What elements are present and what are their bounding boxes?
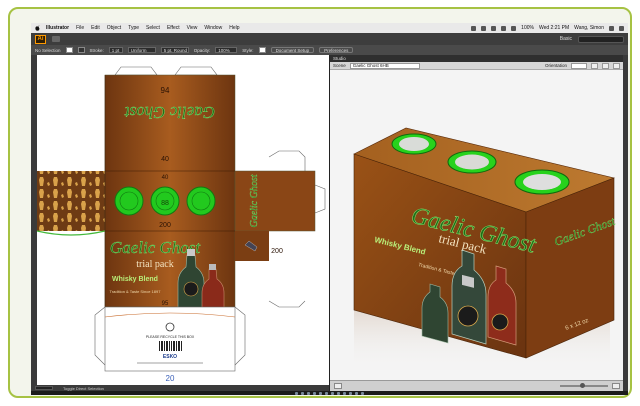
system-menu-bar: Illustrator File Edit Object Type Select… bbox=[31, 23, 628, 33]
style-label: Style: bbox=[242, 47, 254, 53]
camera-icon[interactable] bbox=[602, 62, 609, 69]
wifi-icon[interactable] bbox=[501, 25, 507, 31]
measure-88: 88 bbox=[161, 200, 169, 207]
brush-definition-select[interactable]: 5 pt. Round bbox=[160, 47, 189, 53]
selection-label: No Selection bbox=[35, 47, 61, 53]
stroke-label: Stroke: bbox=[89, 47, 104, 53]
brand-logo-inverted: Gaelic Ghost bbox=[124, 103, 215, 122]
menu-view[interactable]: View bbox=[187, 25, 198, 31]
menu-file[interactable]: File bbox=[76, 25, 84, 31]
help-search-input[interactable] bbox=[578, 35, 624, 43]
orientation-label: Orientation bbox=[544, 63, 567, 68]
scene-select[interactable]: Gaelic Ghost 6HB bbox=[349, 62, 420, 69]
measure-40-top: 40 bbox=[161, 156, 169, 163]
graphic-style-swatch[interactable] bbox=[258, 47, 266, 53]
screenshot-frame: Illustrator File Edit Object Type Select… bbox=[8, 7, 632, 398]
status-icon[interactable] bbox=[471, 25, 477, 31]
dock-app-icon[interactable] bbox=[337, 391, 340, 395]
menu-type[interactable]: Type bbox=[128, 25, 139, 31]
front-tagline: Tradition & Taste Since 1897 bbox=[110, 289, 162, 294]
recycle-text: PLEASE RECYCLE THIS BOX bbox=[146, 335, 195, 339]
zoom-level-field[interactable] bbox=[35, 386, 53, 390]
dock-app-icon[interactable] bbox=[301, 391, 304, 395]
battery-percent: 100% bbox=[521, 25, 534, 31]
dock-app-icon[interactable] bbox=[319, 391, 322, 395]
dock-app-icon[interactable] bbox=[313, 391, 316, 395]
opacity-label: Opacity: bbox=[193, 47, 211, 53]
menu-window[interactable]: Window bbox=[204, 25, 222, 31]
studio-3d-panel: Studio Scene Gaelic Ghost 6HB Orientatio… bbox=[329, 55, 623, 391]
fill-swatch[interactable] bbox=[65, 47, 73, 53]
control-bar: No Selection Stroke: 1 pt Uniform 5 pt. … bbox=[31, 45, 628, 55]
status-icon[interactable] bbox=[481, 25, 487, 31]
scene-label: Scene bbox=[333, 63, 346, 68]
menu-illustrator[interactable]: Illustrator bbox=[46, 25, 69, 31]
reset-view-button[interactable] bbox=[334, 383, 342, 389]
dock-app-icon[interactable] bbox=[355, 391, 358, 395]
dock-app-icon[interactable] bbox=[295, 391, 298, 395]
stroke-swatch[interactable] bbox=[77, 47, 85, 53]
workspace-switcher[interactable]: Basic bbox=[560, 36, 572, 42]
menu-user[interactable]: Wang, Simon bbox=[574, 25, 604, 31]
dock-app-icon[interactable] bbox=[325, 391, 328, 395]
orientation-select[interactable] bbox=[571, 62, 587, 69]
carton-dieline-artwork: Gaelic Ghost 94 40 88 200 40 Gaelic Ghos… bbox=[37, 66, 326, 383]
preferences-button[interactable]: Preferences bbox=[319, 47, 354, 53]
measure-20: 20 bbox=[166, 374, 175, 383]
notification-center-icon[interactable] bbox=[619, 25, 624, 31]
opacity-field[interactable]: 100% bbox=[215, 47, 238, 53]
dropbox-icon[interactable] bbox=[491, 25, 497, 31]
right-scrollbar[interactable] bbox=[623, 55, 628, 391]
menu-select[interactable]: Select bbox=[146, 25, 160, 31]
dock-app-icon[interactable] bbox=[361, 391, 364, 395]
settings-icon[interactable] bbox=[613, 62, 620, 69]
front-flavor: Whisky Blend bbox=[112, 276, 158, 283]
panel-title: Studio bbox=[330, 55, 623, 62]
side-panel-logo: Gaelic Ghost bbox=[249, 174, 260, 227]
desktop-screen: Illustrator File Edit Object Type Select… bbox=[31, 23, 628, 395]
document-setup-button[interactable]: Document Setup bbox=[270, 47, 315, 53]
measure-40-mid: 40 bbox=[162, 175, 169, 181]
arrange-documents-icon[interactable] bbox=[52, 36, 60, 42]
fullscreen-button[interactable] bbox=[612, 383, 620, 389]
measure-200-side: 200 bbox=[271, 248, 283, 255]
measure-95: 95 bbox=[162, 301, 169, 307]
menu-clock[interactable]: Wed 2:21 PM bbox=[539, 25, 569, 31]
zoom-slider-handle[interactable] bbox=[580, 383, 585, 388]
volume-icon[interactable] bbox=[511, 25, 517, 31]
stroke-weight-field[interactable]: 1 pt bbox=[108, 47, 123, 53]
illustrator-logo: Ai bbox=[35, 34, 46, 44]
panel-toolbar: Scene Gaelic Ghost 6HB Orientation bbox=[330, 62, 623, 70]
dock-app-icon[interactable] bbox=[307, 391, 310, 395]
menu-effect[interactable]: Effect bbox=[167, 25, 180, 31]
esko-logo: ESKO bbox=[163, 354, 177, 360]
application-bar: Ai Basic bbox=[31, 33, 628, 45]
spotlight-icon[interactable] bbox=[609, 25, 614, 31]
menu-object[interactable]: Object bbox=[107, 25, 121, 31]
mac-dock bbox=[31, 391, 628, 395]
measure-200-top: 200 bbox=[159, 222, 171, 229]
variable-width-select[interactable]: Uniform bbox=[127, 47, 156, 53]
menu-extras: 100% Wed 2:21 PM Wang, Simon bbox=[471, 25, 624, 31]
menu-help[interactable]: Help bbox=[229, 25, 239, 31]
apple-icon[interactable] bbox=[35, 25, 40, 31]
3d-carton-render[interactable]: Gaelic Ghost trial pack Whisky Blend Tra… bbox=[330, 70, 623, 380]
front-subtitle: trial pack bbox=[136, 259, 173, 270]
panel-footer bbox=[330, 380, 623, 391]
menu-edit[interactable]: Edit bbox=[91, 25, 100, 31]
zoom-slider[interactable] bbox=[560, 383, 608, 388]
dock-app-icon[interactable] bbox=[349, 391, 352, 395]
dock-app-icon[interactable] bbox=[331, 391, 334, 395]
measure-94: 94 bbox=[161, 86, 170, 95]
dock-app-icon[interactable] bbox=[343, 391, 346, 395]
artboard-canvas[interactable]: Gaelic Ghost 94 40 88 200 40 Gaelic Ghos… bbox=[37, 55, 329, 385]
status-tool: Toggle Direct Selection bbox=[63, 385, 104, 391]
light-icon[interactable] bbox=[591, 62, 598, 69]
